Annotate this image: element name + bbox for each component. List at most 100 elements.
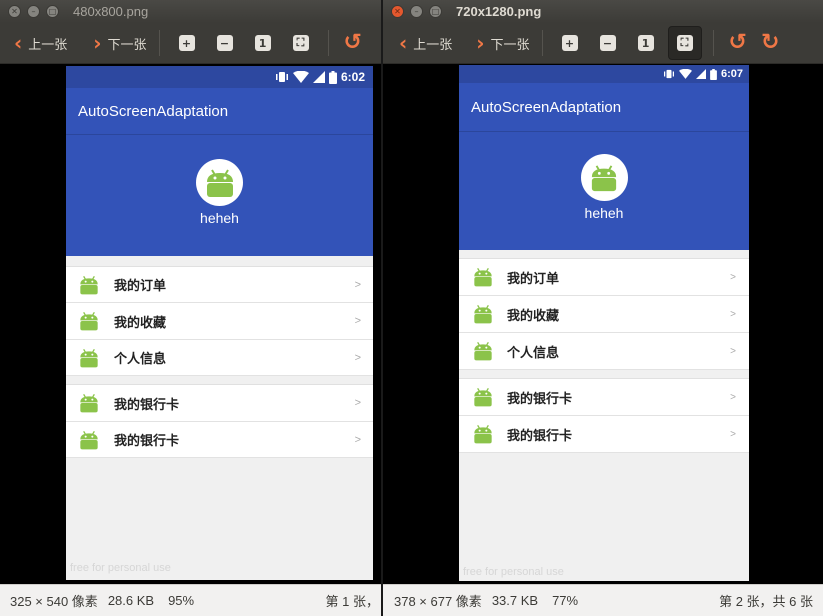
image-dimensions: 378 × 677 像素 bbox=[394, 594, 482, 609]
android-icon bbox=[591, 164, 617, 191]
chevron-right-icon: > bbox=[730, 271, 736, 283]
previous-label: 上一张 bbox=[413, 37, 453, 53]
chevron-right-icon: › bbox=[476, 31, 485, 55]
image-canvas: 6:07 AutoScreenAdaptation heheh 我的订单 > 我… bbox=[383, 64, 823, 584]
chevron-right-icon: › bbox=[93, 31, 102, 55]
android-icon bbox=[474, 424, 492, 444]
menu-item-label: 我的银行卡 bbox=[507, 391, 573, 407]
chevron-right-icon: > bbox=[730, 391, 736, 403]
android-icon bbox=[474, 304, 492, 324]
zoom-in-icon[interactable]: + bbox=[561, 35, 578, 51]
phone-screenshot: 6:07 AutoScreenAdaptation heheh 我的订单 > 我… bbox=[459, 65, 749, 581]
wifi-icon bbox=[292, 71, 309, 83]
minimize-window-button[interactable]: – bbox=[27, 5, 40, 18]
menu-item-bank-card[interactable]: 我的银行卡 > bbox=[459, 379, 749, 416]
battery-icon bbox=[710, 68, 717, 80]
viewer-toolbar: ‹ 上一张 › 下一张 + − 1 ⛶ ↺ ↻ bbox=[383, 23, 823, 64]
best-fit-button[interactable]: ⛶ bbox=[667, 26, 702, 60]
menu-item-label: 我的收藏 bbox=[507, 308, 560, 324]
toolbar-divider bbox=[712, 30, 714, 56]
chevron-right-icon: > bbox=[354, 397, 361, 409]
menu-item-favorites[interactable]: 我的收藏 > bbox=[66, 303, 373, 340]
toolbar-divider bbox=[541, 30, 543, 56]
clock-text: 6:07 bbox=[720, 68, 743, 80]
zoom-in-icon[interactable]: + bbox=[178, 35, 195, 51]
minimize-window-button[interactable]: – bbox=[410, 5, 423, 18]
image-viewer-window-720x1280: ✕ – □ 720x1280.png ‹ 上一张 › 下一张 + − 1 ⛶ ↺… bbox=[383, 0, 823, 616]
menu-item-orders[interactable]: 我的订单 > bbox=[66, 267, 373, 303]
vibrate-icon bbox=[275, 71, 289, 83]
zoom-level: 77% bbox=[552, 593, 579, 608]
menu-item-label: 个人信息 bbox=[507, 345, 560, 361]
profile-header: heheh bbox=[459, 131, 749, 250]
menu-item-profile-info[interactable]: 个人信息 > bbox=[66, 340, 373, 376]
viewer-toolbar: ‹ 上一张 › 下一张 + − 1 ⛶ ↺ bbox=[0, 23, 381, 64]
window-title: 480x800.png bbox=[73, 4, 149, 19]
vibrate-icon bbox=[663, 69, 675, 79]
avatar[interactable] bbox=[580, 154, 628, 201]
menu-group-1: 我的订单 > 我的收藏 > 个人信息 > bbox=[66, 266, 373, 376]
battery-icon bbox=[328, 70, 337, 84]
page-indicator: 第 1 张， bbox=[325, 594, 379, 609]
android-status-bar: 6:07 bbox=[459, 65, 749, 83]
actual-size-icon[interactable]: 1 bbox=[637, 35, 654, 51]
best-fit-icon[interactable]: ⛶ bbox=[292, 35, 309, 51]
menu-item-bank-card[interactable]: 我的银行卡 > bbox=[66, 422, 373, 458]
menu-item-label: 我的订单 bbox=[507, 271, 560, 287]
menu-item-profile-info[interactable]: 个人信息 > bbox=[459, 333, 749, 370]
toolbar-divider bbox=[158, 30, 160, 56]
window-title: 720x1280.png bbox=[456, 4, 542, 19]
zoom-out-icon[interactable]: − bbox=[216, 35, 233, 51]
close-window-button[interactable]: ✕ bbox=[391, 5, 404, 18]
chevron-right-icon: > bbox=[730, 345, 736, 357]
menu-item-bank-card[interactable]: 我的银行卡 > bbox=[459, 416, 749, 453]
username: heheh bbox=[584, 205, 624, 221]
android-icon bbox=[474, 267, 492, 287]
menu-item-label: 我的银行卡 bbox=[114, 434, 180, 449]
next-label: 下一张 bbox=[107, 37, 147, 53]
android-icon bbox=[206, 168, 233, 197]
android-icon bbox=[80, 348, 98, 367]
best-fit-icon: ⛶ bbox=[676, 35, 693, 51]
menu-group-2: 我的银行卡 > 我的银行卡 > bbox=[66, 384, 373, 458]
menu-item-label: 我的收藏 bbox=[114, 315, 167, 331]
menu-item-orders[interactable]: 我的订单 > bbox=[459, 259, 749, 296]
clock-text: 6:02 bbox=[340, 70, 365, 84]
rotate-left-icon[interactable]: ↺ bbox=[729, 32, 747, 54]
app-toolbar: AutoScreenAdaptation bbox=[66, 88, 373, 134]
app-toolbar: AutoScreenAdaptation bbox=[459, 83, 749, 131]
next-label: 下一张 bbox=[490, 37, 530, 53]
next-image-button[interactable]: › 下一张 bbox=[85, 26, 150, 60]
actual-size-icon[interactable]: 1 bbox=[254, 35, 271, 51]
close-window-button[interactable]: ✕ bbox=[8, 5, 21, 18]
menu-item-bank-card[interactable]: 我的银行卡 > bbox=[66, 385, 373, 422]
maximize-window-button[interactable]: □ bbox=[429, 5, 442, 18]
previous-image-button[interactable]: ‹ 上一张 bbox=[6, 26, 71, 60]
chevron-left-icon: ‹ bbox=[399, 31, 408, 55]
android-icon bbox=[80, 275, 98, 294]
menu-item-favorites[interactable]: 我的收藏 > bbox=[459, 296, 749, 333]
toolbar-divider bbox=[327, 30, 329, 56]
next-image-button[interactable]: › 下一张 bbox=[468, 26, 533, 60]
chevron-right-icon: > bbox=[730, 308, 736, 320]
android-icon bbox=[474, 387, 492, 407]
menu-group-1: 我的订单 > 我的收藏 > 个人信息 > bbox=[459, 258, 749, 370]
android-icon bbox=[80, 311, 98, 331]
menu-item-label: 我的银行卡 bbox=[507, 428, 573, 444]
chevron-right-icon: > bbox=[354, 351, 361, 364]
rotate-left-icon[interactable]: ↺ bbox=[344, 32, 362, 54]
previous-label: 上一张 bbox=[28, 37, 68, 53]
menu-item-label: 我的银行卡 bbox=[114, 397, 180, 413]
android-icon bbox=[474, 341, 492, 361]
previous-image-button[interactable]: ‹ 上一张 bbox=[391, 26, 456, 60]
watermark: free for personal use bbox=[463, 566, 564, 578]
maximize-window-button[interactable]: □ bbox=[46, 5, 59, 18]
file-size: 33.7 KB bbox=[491, 593, 539, 608]
rotate-right-icon[interactable]: ↻ bbox=[761, 32, 779, 54]
viewer-statusbar: 378 × 677 像素 33.7 KB 77% 第 2 张，共 6 张 bbox=[383, 584, 823, 616]
menu-item-label: 个人信息 bbox=[114, 352, 167, 367]
chevron-right-icon: > bbox=[354, 278, 361, 291]
zoom-level: 95% bbox=[168, 593, 195, 608]
avatar[interactable] bbox=[196, 159, 243, 206]
zoom-out-icon[interactable]: − bbox=[599, 35, 616, 51]
